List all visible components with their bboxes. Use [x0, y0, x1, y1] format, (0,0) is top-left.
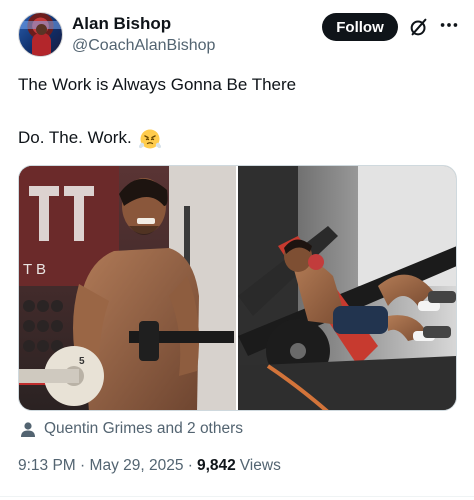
views-count[interactable]: 9,842	[197, 457, 236, 475]
author-avatar[interactable]	[18, 12, 63, 57]
meta-separator-2: ·	[187, 457, 193, 474]
photo-right[interactable]	[238, 166, 456, 410]
tweet-line-2: Do. The. Work.	[18, 126, 162, 150]
divider	[0, 496, 474, 497]
tweet-text: The Work is Always Gonna Be There	[18, 74, 458, 96]
wall-letters: T B	[23, 261, 46, 278]
avatar-head	[36, 24, 47, 35]
tweet-header: Alan Bishop @CoachAlanBishop Follow	[18, 10, 458, 60]
tweet-date[interactable]: May 29, 2025	[90, 457, 184, 475]
views-label: Views	[239, 457, 281, 474]
photo-right-image	[238, 166, 456, 410]
author-handle[interactable]: @CoachAlanBishop	[72, 37, 215, 55]
face-with-steam-from-nose-icon	[138, 129, 161, 149]
tagged-text: Quentin Grimes and 2 others	[44, 420, 244, 437]
person-icon	[21, 421, 35, 437]
tagged-users[interactable]: Quentin Grimes and 2 others	[20, 418, 243, 440]
grok-icon[interactable]	[408, 16, 430, 38]
tweet-line-2-text: Do. The. Work.	[18, 128, 132, 147]
author-name[interactable]: Alan Bishop	[72, 14, 171, 34]
tweet-line-1: The Work is Always Gonna Be There	[18, 75, 297, 94]
plate-label: 5	[79, 356, 85, 367]
photo-left-image: T B 5	[19, 166, 236, 410]
photo-left[interactable]: T B 5	[19, 166, 236, 410]
more-horizontal-icon[interactable]	[438, 14, 460, 36]
avatar-body	[32, 33, 51, 56]
follow-button[interactable]: Follow	[322, 13, 398, 41]
tweet-meta: 9:13 PM · May 29, 2025 · 9,842 Views	[18, 457, 281, 475]
media-grid: T B 5	[18, 165, 457, 411]
tweet-time[interactable]: 9:13 PM	[18, 457, 76, 475]
meta-separator: ·	[80, 457, 86, 474]
